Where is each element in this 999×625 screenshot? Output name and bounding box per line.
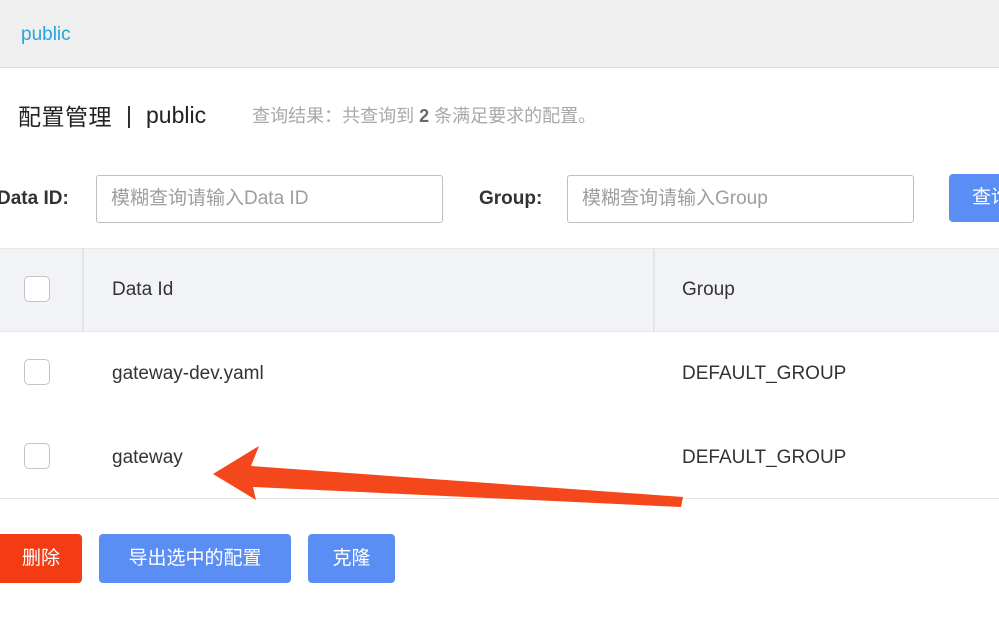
title-separator: | bbox=[126, 101, 132, 128]
cell-group: DEFAULT_GROUP bbox=[682, 447, 847, 468]
namespace-bar: public bbox=[0, 0, 999, 68]
data-id-label: Data ID: bbox=[0, 188, 69, 209]
page-title-row: 配置管理 | public 查询结果：共查询到 2 条满足要求的配置。 bbox=[18, 98, 596, 132]
table-row[interactable]: gateway DEFAULT_GROUP bbox=[0, 416, 999, 500]
group-label: Group: bbox=[479, 188, 543, 209]
query-result-summary: 查询结果：共查询到 2 条满足要求的配置。 bbox=[252, 102, 596, 128]
page-title: 配置管理 bbox=[18, 104, 112, 130]
namespace-link-public[interactable]: public bbox=[21, 24, 71, 46]
table-row[interactable]: gateway-dev.yaml DEFAULT_GROUP bbox=[0, 332, 999, 416]
table-bottom-divider bbox=[0, 498, 999, 499]
title-namespace: public bbox=[145, 101, 207, 128]
column-header-data-id: Data Id bbox=[112, 279, 174, 300]
clone-button[interactable]: 克隆 bbox=[308, 534, 395, 583]
result-suffix: 条满足要求的配置。 bbox=[434, 106, 597, 126]
column-divider bbox=[653, 249, 655, 331]
row-checkbox[interactable] bbox=[24, 443, 50, 469]
result-prefix: 查询结果：共查询到 bbox=[252, 106, 415, 126]
delete-button[interactable]: 删除 bbox=[0, 534, 82, 583]
config-table: Data Id Group gateway-dev.yaml DEFAULT_G… bbox=[0, 248, 999, 500]
table-header: Data Id Group bbox=[0, 248, 999, 332]
export-selected-button[interactable]: 导出选中的配置 bbox=[99, 534, 291, 583]
query-button[interactable]: 查询 bbox=[949, 174, 999, 222]
group-search-input[interactable] bbox=[567, 175, 914, 223]
data-id-search-input[interactable] bbox=[96, 175, 443, 223]
config-management-page: public 配置管理 | public 查询结果：共查询到 2 条满足要求的配… bbox=[0, 0, 999, 625]
result-count: 2 bbox=[419, 106, 430, 126]
column-header-group: Group bbox=[682, 279, 735, 300]
cell-group: DEFAULT_GROUP bbox=[682, 363, 847, 384]
select-all-checkbox[interactable] bbox=[24, 276, 50, 302]
cell-data-id: gateway-dev.yaml bbox=[112, 363, 264, 384]
row-checkbox[interactable] bbox=[24, 359, 50, 385]
column-divider bbox=[82, 249, 84, 331]
cell-data-id: gateway bbox=[112, 447, 183, 468]
